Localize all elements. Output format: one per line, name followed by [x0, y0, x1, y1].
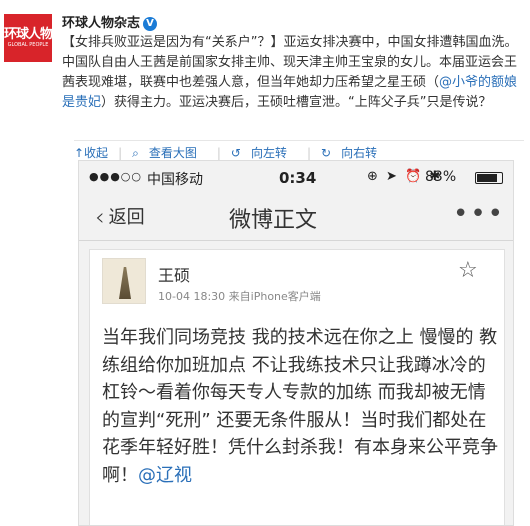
carrier-label: 中国移动 [147, 172, 203, 188]
status-bar: ●●●○○ 中国移动 0:34 ⊕ ➤ ⏰ ✱ 83% [79, 161, 513, 195]
divider: | [306, 146, 312, 160]
tower-icon [119, 267, 131, 299]
battery-icon [475, 172, 503, 184]
attached-screenshot[interactable]: ●●●○○ 中国移动 0:34 ⊕ ➤ ⏰ ✱ 83% ‹ 返回 微博正文 •••… [78, 160, 514, 526]
rotate-left-icon: ↺ [230, 146, 241, 160]
signal-icon: ●●●○○ [89, 170, 142, 183]
rotate-left-button[interactable]: ↺ 向左转 [231, 146, 297, 160]
mention-link[interactable]: @辽视 [138, 465, 192, 486]
post-meta: 10-04 18:30 来自iPhone客户端 [158, 290, 321, 303]
star-icon[interactable]: ☆ [458, 258, 478, 283]
rotate-right-button[interactable]: ↻ 向右转 [321, 146, 387, 160]
post-text: 【女排兵败亚运是因为有“关系户”？】亚运女排决赛中，中国女排遭韩国血洗。中国队自… [62, 33, 524, 113]
rotate-left-label: 向左转 [250, 146, 287, 160]
back-button[interactable]: ‹ 返回 [95, 203, 145, 231]
post-text-tail: ）获得主力。亚运决赛后，王硕吐槽宣泄。“上阵父子兵”只是传说？ [101, 95, 492, 110]
view-large-label: 查看大图 [148, 146, 197, 160]
battery-fill [477, 174, 497, 182]
back-label: 返回 [108, 207, 145, 228]
clock-label: 0:34 [279, 169, 317, 187]
image-toolbar: ↑收起 | ⌕ 查看大图 | ↺ 向左转 | ↻ 向右转 [74, 140, 524, 162]
chevron-left-icon: ‹ [95, 203, 105, 231]
more-icon[interactable]: ••• [453, 199, 505, 229]
magnify-icon: ⌕ [132, 146, 139, 160]
divider: | [216, 146, 221, 160]
author-name-label[interactable]: 环球人物杂志 [62, 16, 140, 31]
rotate-right-label: 向右转 [341, 146, 378, 160]
collapse-button[interactable]: ↑收起 [74, 146, 108, 160]
poster-name[interactable]: 王硕 [158, 262, 190, 286]
view-large-button[interactable]: ⌕ 查看大图 [132, 146, 207, 160]
author-name[interactable]: 环球人物杂志 V [62, 12, 158, 31]
weibo-body-text: 当年我们同场竞技 我的技术远在你之上 慢慢的 教练组给你加班加点 不让我练技术只… [102, 327, 498, 486]
battery-percent: 83% [425, 169, 457, 185]
nav-title: 微博正文 [229, 208, 318, 233]
divider: | [118, 146, 123, 160]
author-avatar[interactable]: 环球人物 GLOBAL PEOPLE [4, 14, 53, 62]
weibo-card: 王硕 10-04 18:30 来自iPhone客户端 ☆ 当年我们同场竞技 我的… [89, 249, 505, 525]
avatar-logo-text: 环球人物 [4, 26, 53, 42]
verified-icon: V [143, 17, 158, 31]
poster-avatar[interactable] [102, 258, 146, 304]
nav-bar: ‹ 返回 微博正文 ••• [79, 195, 513, 241]
avatar-logo-subtext: GLOBAL PEOPLE [7, 41, 49, 48]
weibo-post: 环球人物 GLOBAL PEOPLE 环球人物杂志 V 【女排兵败亚运是因为有“关… [0, 0, 530, 526]
rotate-right-icon: ↻ [321, 146, 332, 160]
weibo-body: 当年我们同场竞技 我的技术远在你之上 慢慢的 教练组给你加班加点 不让我练技术只… [102, 324, 498, 489]
